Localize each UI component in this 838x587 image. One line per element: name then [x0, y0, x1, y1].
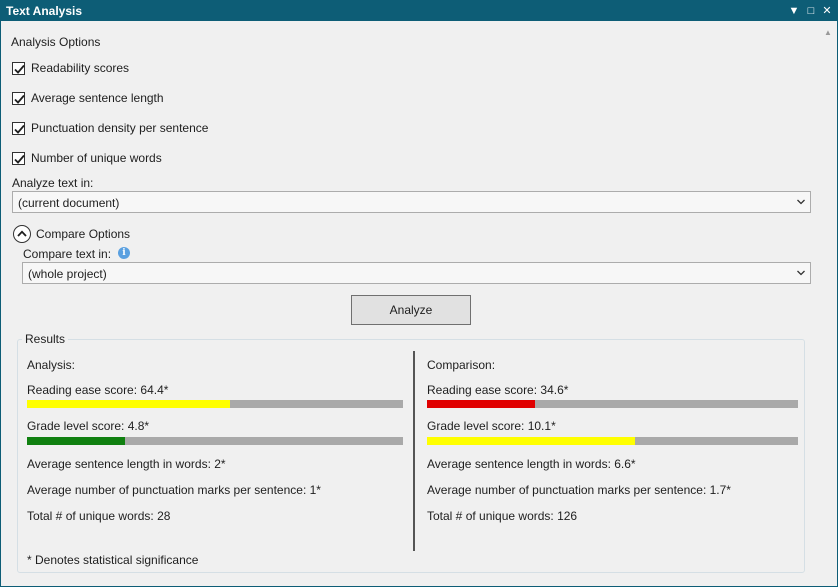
analysis-grade-level-text: Grade level score: 4.8*: [27, 419, 150, 433]
compare-text-in-label: Compare text in:: [23, 247, 112, 261]
comparison-grade-level-bar-fill: [427, 437, 635, 445]
compare-options-expander[interactable]: Compare Options: [13, 224, 130, 244]
analysis-reading-ease-bar: [27, 400, 403, 408]
checkmark-icon: [14, 124, 25, 134]
scroll-up-arrow-icon[interactable]: ▲: [821, 27, 835, 39]
punctuation-density-checkbox[interactable]: [12, 121, 25, 135]
average-sentence-length-checkbox[interactable]: [12, 91, 25, 105]
comparison-grade-level-bar: [427, 437, 798, 445]
comparison-avg-punctuation: Average number of punctuation marks per …: [427, 483, 731, 497]
comparison-reading-ease-text: Reading ease score: 34.6*: [427, 383, 569, 397]
compare-text-in-value: (whole project): [28, 267, 107, 281]
readability-scores-checkbox-row[interactable]: Readability scores: [12, 60, 129, 76]
analysis-reading-ease-text: Reading ease score: 64.4*: [27, 383, 169, 397]
analysis-reading-ease-bar-fill: [27, 400, 231, 408]
checkmark-icon: [14, 154, 25, 164]
unique-words-checkbox-row[interactable]: Number of unique words: [12, 150, 162, 166]
analyze-text-in-value: (current document): [18, 196, 120, 210]
analyze-text-in-label: Analyze text in:: [12, 176, 94, 190]
chevron-up-circle-icon[interactable]: [13, 225, 31, 243]
title-bar[interactable]: Text Analysis ▼ □ ✕: [1, 1, 837, 21]
results-legend: Results: [22, 332, 69, 346]
comparison-grade-level-text: Grade level score: 10.1*: [427, 419, 556, 433]
readability-scores-checkbox[interactable]: [12, 61, 25, 75]
comparison-reading-ease-bar: [427, 400, 798, 408]
window-title: Text Analysis: [6, 4, 83, 18]
compare-options-heading: Compare Options: [36, 227, 131, 241]
close-icon[interactable]: ✕: [820, 3, 834, 19]
significance-footnote: * Denotes statistical significance: [27, 553, 199, 567]
comparison-avg-sentence-length: Average sentence length in words: 6.6*: [427, 457, 636, 471]
results-column-divider: [413, 351, 415, 551]
analysis-options-heading: Analysis Options: [11, 35, 101, 49]
unique-words-label: Number of unique words: [31, 151, 162, 165]
readability-scores-label: Readability scores: [31, 61, 130, 75]
checkmark-icon: [14, 94, 25, 104]
comparison-unique-words: Total # of unique words: 126: [427, 509, 578, 523]
unique-words-checkbox[interactable]: [12, 151, 25, 165]
chevron-down-icon: [797, 270, 805, 276]
analysis-grade-level-bar: [27, 437, 403, 445]
analysis-avg-punctuation: Average number of punctuation marks per …: [27, 483, 321, 497]
analysis-unique-words: Total # of unique words: 28: [27, 509, 171, 523]
compare-text-in-select[interactable]: (whole project): [22, 262, 811, 284]
chevron-down-icon: [797, 199, 805, 205]
comparison-reading-ease-bar-fill: [427, 400, 535, 408]
punctuation-density-label: Punctuation density per sentence: [31, 121, 209, 135]
punctuation-density-checkbox-row[interactable]: Punctuation density per sentence: [12, 120, 208, 136]
analysis-grade-level-bar-fill: [27, 437, 125, 445]
checkmark-icon: [14, 64, 25, 74]
average-sentence-length-label: Average sentence length: [31, 91, 164, 105]
average-sentence-length-checkbox-row[interactable]: Average sentence length: [12, 90, 164, 106]
analysis-heading: Analysis:: [27, 358, 76, 372]
window-menu-dropdown-icon[interactable]: ▼: [787, 3, 801, 19]
text-analysis-window: Text Analysis ▼ □ ✕ ▲ Analysis Options R…: [0, 0, 838, 587]
maximize-icon[interactable]: □: [804, 3, 818, 19]
comparison-heading: Comparison:: [427, 358, 496, 372]
analyze-button[interactable]: Analyze: [351, 295, 471, 325]
analysis-avg-sentence-length: Average sentence length in words: 2*: [27, 457, 226, 471]
info-icon[interactable]: i: [118, 247, 130, 259]
analyze-text-in-select[interactable]: (current document): [12, 191, 811, 213]
